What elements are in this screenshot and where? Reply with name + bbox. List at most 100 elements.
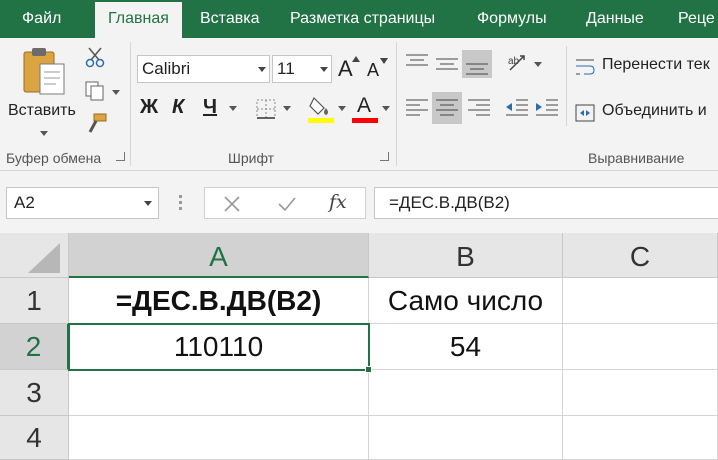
decrease-indent-icon[interactable] [504, 96, 530, 120]
ribbon-tab-bar: Файл Главная Вставка Разметка страницы Ф… [0, 0, 718, 38]
alignment-group-label: Выравнивание [588, 150, 685, 166]
font-name-value: Calibri [142, 59, 191, 78]
column-header-c[interactable]: C [563, 233, 718, 278]
align-right-icon[interactable] [466, 96, 492, 120]
formula-input[interactable]: =ДЕС.В.ДВ(B2) [374, 187, 718, 219]
wrap-text-label: Перенести тек [602, 56, 710, 73]
svg-text:ab: ab [508, 56, 520, 67]
font-color-button[interactable]: A [352, 94, 378, 124]
borders-icon[interactable] [255, 98, 277, 120]
cancel-icon[interactable] [223, 195, 241, 213]
underline-button[interactable]: Ч [203, 96, 217, 119]
fill-color-icon[interactable] [308, 94, 334, 124]
underline-dropdown-arrow[interactable] [229, 106, 237, 111]
format-painter-icon[interactable] [84, 112, 108, 136]
formula-bar: A2 fx =ДЕС.В.ДВ(B2) [0, 171, 718, 233]
font-size-value: 11 [277, 59, 295, 78]
chevron-down-icon [144, 201, 152, 206]
tab-home[interactable]: Главная [95, 2, 182, 38]
group-separator [396, 42, 397, 166]
borders-dropdown-arrow[interactable] [283, 106, 291, 111]
ribbon: Вставить Буфер обмена Calibri 11 A A Ж К… [0, 38, 718, 171]
align-center-button[interactable] [432, 92, 462, 124]
cell-a3[interactable] [69, 370, 369, 416]
font-dialog-launcher[interactable] [380, 152, 389, 161]
column-header-b[interactable]: B [369, 233, 563, 278]
cut-icon[interactable] [84, 46, 106, 68]
orientation-dropdown-arrow[interactable] [534, 62, 542, 67]
clipboard-group-label: Буфер обмена [6, 150, 102, 166]
tab-file[interactable]: Файл [22, 0, 61, 38]
font-color-dropdown-arrow[interactable] [382, 106, 390, 111]
tab-data[interactable]: Данные [586, 0, 644, 38]
chevron-down-icon [258, 67, 266, 72]
formula-bar-resize-handle[interactable] [179, 195, 182, 211]
cell-a1[interactable]: =ДЕС.В.ДВ(B2) [69, 278, 369, 324]
row-header-4[interactable]: 4 [0, 416, 69, 460]
orientation-icon[interactable]: ab [506, 52, 532, 74]
wrap-text-button[interactable]: Перенести тек [574, 54, 718, 80]
increase-font-size-button[interactable]: A [338, 56, 360, 82]
font-size-select[interactable]: 11 [272, 55, 332, 83]
insert-function-button[interactable]: fx [329, 191, 347, 213]
paste-label: Вставить [8, 102, 76, 119]
column-header-a[interactable]: A [69, 233, 369, 278]
cell-c4[interactable] [563, 416, 718, 460]
clipboard-dialog-launcher[interactable] [116, 152, 125, 161]
chevron-down-icon [320, 67, 328, 72]
decrease-font-size-button[interactable]: A [367, 58, 389, 84]
paste-dropdown-arrow [40, 131, 48, 136]
font-color-letter: A [357, 94, 372, 117]
align-center-icon [436, 99, 458, 116]
font-group-label: Шрифт [228, 150, 275, 166]
cell-b3[interactable] [369, 370, 563, 416]
merge-center-button[interactable]: Объединить и [574, 100, 718, 126]
tab-review[interactable]: Реце [678, 0, 715, 38]
cell-c3[interactable] [563, 370, 718, 416]
copy-dropdown-arrow[interactable] [112, 90, 120, 95]
cell-b4[interactable] [369, 416, 563, 460]
tab-page-layout[interactable]: Разметка страницы [290, 0, 435, 38]
paste-icon [23, 48, 65, 95]
font-color-bar [352, 118, 378, 123]
cell-b1[interactable]: Само число [369, 278, 563, 324]
cell-c1[interactable] [563, 278, 718, 324]
cell-c2[interactable] [563, 324, 718, 370]
caret-up-icon [352, 56, 360, 62]
wrap-text-icon [576, 59, 595, 75]
align-middle-icon[interactable] [434, 52, 460, 74]
copy-icon[interactable] [84, 80, 106, 102]
row-header-3[interactable]: 3 [0, 370, 69, 416]
increase-indent-icon[interactable] [534, 96, 560, 120]
group-separator [566, 46, 567, 126]
cell-a4[interactable] [69, 416, 369, 460]
caret-down-icon [380, 58, 388, 64]
select-all-button[interactable] [0, 233, 69, 278]
align-bottom-button[interactable] [462, 50, 492, 78]
fill-color-dropdown-arrow[interactable] [338, 106, 346, 111]
name-box[interactable]: A2 [6, 187, 159, 219]
italic-button[interactable]: К [172, 96, 184, 119]
formula-buttons: fx [204, 187, 366, 219]
align-bottom-icon [466, 63, 488, 75]
tab-insert[interactable]: Вставка [200, 0, 259, 38]
row-header-2[interactable]: 2 [0, 324, 69, 370]
fill-handle[interactable] [365, 366, 372, 373]
select-all-triangle-icon [28, 243, 60, 273]
active-cell-border [68, 323, 370, 371]
align-top-icon[interactable] [404, 52, 430, 74]
worksheet-grid: A B C 1 2 3 4 =ДЕС.В.ДВ(B2) Само число 1… [0, 233, 718, 460]
font-name-select[interactable]: Calibri [137, 55, 270, 83]
merge-cells-icon [575, 104, 595, 122]
decrease-font-size-label: A [367, 60, 380, 80]
align-left-icon[interactable] [404, 96, 430, 120]
tab-formulas[interactable]: Формулы [477, 0, 547, 38]
bold-button[interactable]: Ж [140, 96, 158, 119]
cell-b2[interactable]: 54 [369, 324, 563, 370]
increase-font-size-label: A [338, 56, 353, 81]
name-box-value: A2 [14, 193, 35, 212]
row-header-1[interactable]: 1 [0, 278, 69, 324]
paste-button[interactable]: Вставить [8, 44, 80, 144]
enter-checkmark-icon[interactable] [277, 195, 297, 213]
group-separator [130, 42, 131, 166]
